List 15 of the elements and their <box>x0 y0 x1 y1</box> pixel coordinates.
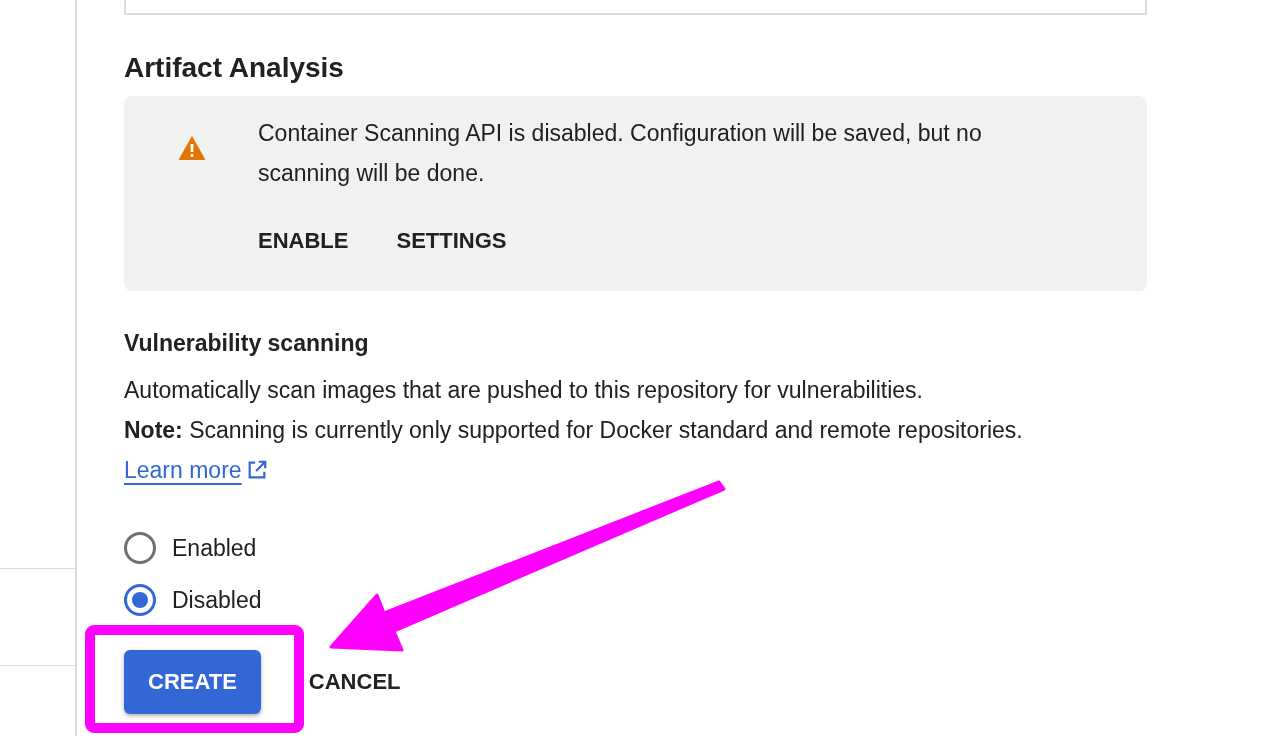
radio-label: Disabled <box>172 586 262 614</box>
create-button[interactable]: CREATE <box>124 650 261 714</box>
note-text: Note: Scanning is currently only supported for Docker standard and remote repositories. <box>124 416 1024 445</box>
radio-button[interactable] <box>124 584 156 616</box>
enable-button[interactable]: ENABLE <box>258 221 349 261</box>
section-title: Artifact Analysis <box>124 51 345 85</box>
warning-icon <box>178 135 206 161</box>
learn-more-link[interactable]: Learn more <box>124 456 242 484</box>
radio-label: Enabled <box>172 534 257 562</box>
radio-button[interactable] <box>124 532 156 564</box>
subsection-title: Vulnerability scanning <box>124 329 370 358</box>
warning-message: Container Scanning API is disabled. Configuration will be saved, but no scanning will be done. <box>258 119 983 188</box>
settings-button[interactable]: SETTINGS <box>396 221 507 261</box>
cancel-button[interactable]: CANCEL <box>308 662 401 702</box>
description-text: Automatically scan images that are pushed to this repository for vulnerabilities. <box>124 376 924 405</box>
